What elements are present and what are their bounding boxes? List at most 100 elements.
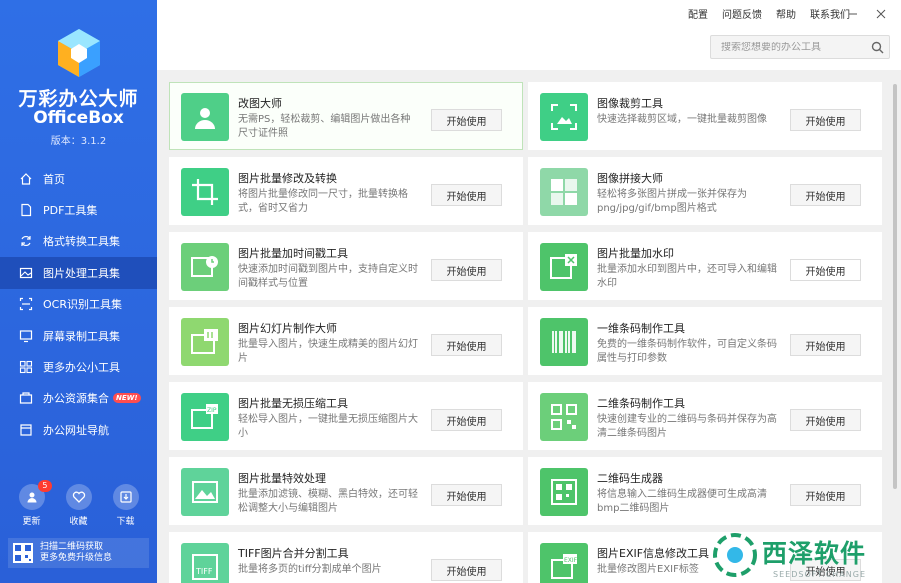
start-button[interactable]: 开始使用 bbox=[790, 409, 861, 431]
ocr-icon bbox=[19, 297, 33, 311]
sidebar-item-url-nav[interactable]: 办公网址导航 bbox=[0, 414, 157, 445]
sidebar-item-home[interactable]: 首页 bbox=[0, 163, 157, 194]
search-icon bbox=[871, 41, 883, 53]
start-button[interactable]: 开始使用 bbox=[431, 334, 502, 356]
home-icon bbox=[19, 172, 33, 186]
stitch-icon bbox=[551, 179, 577, 205]
tool-title: 图片批量特效处理 bbox=[238, 472, 326, 485]
tool-title: 图片EXIF信息修改工具 bbox=[597, 547, 710, 560]
watermark-text: 西泽软件 bbox=[762, 539, 867, 568]
tool-icon-tile bbox=[181, 243, 229, 291]
tool-card[interactable]: 图片批量修改及转换 将图片批量修改同一尺寸，批量转换格式，省时又省力 开始使用 bbox=[169, 157, 523, 225]
window-controls bbox=[835, 4, 891, 24]
svg-text:ZIP: ZIP bbox=[207, 407, 217, 414]
image-icon bbox=[19, 266, 33, 280]
sidebar-item-image[interactable]: 图片处理工具集 bbox=[0, 257, 157, 289]
menu-config[interactable]: 配置 bbox=[688, 6, 708, 21]
resource-icon bbox=[19, 391, 33, 405]
sidebar-item-more-tools[interactable]: 更多办公小工具 bbox=[0, 351, 157, 382]
minimize-icon bbox=[849, 13, 857, 15]
tool-title: 二维码生成器 bbox=[597, 472, 663, 485]
tool-title: 图像裁剪工具 bbox=[597, 97, 663, 110]
watermark-logo-icon bbox=[713, 533, 757, 577]
favorite-button[interactable]: 收藏 bbox=[65, 484, 92, 527]
start-button[interactable]: 开始使用 bbox=[790, 484, 861, 506]
app-subtitle: OfficeBox bbox=[33, 108, 124, 128]
crop-frame-icon bbox=[551, 104, 577, 130]
start-button[interactable]: 开始使用 bbox=[431, 259, 502, 281]
tiff-icon: TIFF bbox=[192, 554, 218, 580]
tool-description: 批量添加水印到图片中，还可导入和编辑水印 bbox=[597, 264, 777, 289]
download-icon bbox=[119, 491, 132, 503]
tool-card[interactable]: TIFF TIFF图片合并分割工具 批量将多页的tiff分割成单个图片 开始使用 bbox=[169, 532, 523, 583]
start-button[interactable]: 开始使用 bbox=[790, 334, 861, 356]
sidebar-item-screen-record[interactable]: 屏幕录制工具集 bbox=[0, 320, 157, 351]
sidebar-item-label: 办公网址导航 bbox=[43, 423, 109, 437]
tool-card[interactable]: 图像裁剪工具 快速选择裁剪区域，一键批量裁剪图像 开始使用 bbox=[528, 82, 882, 150]
grid-icon bbox=[19, 360, 33, 374]
sidebar: 万彩办公大师 OfficeBox 版本：3.1.2 首页 PDF工具集 格式转换… bbox=[0, 0, 157, 583]
tool-icon-tile: ZIP bbox=[181, 393, 229, 441]
menu-help[interactable]: 帮助 bbox=[776, 6, 796, 21]
scrollbar[interactable] bbox=[893, 84, 897, 489]
tool-icon-tile bbox=[181, 93, 229, 141]
search-input[interactable] bbox=[711, 41, 865, 53]
tool-icon-tile bbox=[540, 468, 588, 516]
start-button[interactable]: 开始使用 bbox=[431, 184, 502, 206]
search-button[interactable] bbox=[865, 36, 889, 58]
download-button[interactable]: 下载 bbox=[112, 484, 139, 527]
heart-icon bbox=[72, 491, 85, 503]
tool-card[interactable]: ZIP 图片批量无损压缩工具 轻松导入图片，一键批量无损压缩图片大小 开始使用 bbox=[169, 382, 523, 450]
tool-icon-tile bbox=[540, 318, 588, 366]
start-button[interactable]: 开始使用 bbox=[431, 409, 502, 431]
monitor-icon bbox=[19, 329, 33, 343]
tool-card[interactable]: 图片批量特效处理批量添加滤镜、模糊、黑白特效，还可轻松调整大小与编辑图片 开始使用 bbox=[169, 457, 523, 525]
tool-description: 批量添加滤镜、模糊、黑白特效，还可轻松调整大小与编辑图片 bbox=[238, 489, 418, 514]
tool-icon-tile bbox=[540, 393, 588, 441]
update-count-badge: 5 bbox=[38, 480, 52, 492]
tool-card[interactable]: 图像拼接大师 轻松将多张图片拼成一张并保存为png/jpg/gif/bmp图片格式… bbox=[528, 157, 882, 225]
svg-text:TIFF: TIFF bbox=[195, 567, 213, 576]
tool-card[interactable]: 二维码生成器 将信息输入二维码生成器便可生成高清bmp二维码图片 开始使用 bbox=[528, 457, 882, 525]
timestamp-icon bbox=[191, 256, 218, 277]
minimize-button[interactable] bbox=[843, 4, 863, 24]
tool-icon-tile bbox=[540, 243, 588, 291]
tool-icon-tile bbox=[181, 168, 229, 216]
tool-icon-tile: EXIF bbox=[540, 543, 588, 583]
tool-card[interactable]: 一维条码制作工具 免费的一维条码制作软件，可自定义条码属性与打印参数 开始使用 bbox=[528, 307, 882, 375]
start-button[interactable]: 开始使用 bbox=[431, 484, 502, 506]
sidebar-item-ocr[interactable]: OCR识别工具集 bbox=[0, 289, 157, 320]
main-content: 改图大师 无需PS，轻松裁剪、编辑图片做出各种尺寸证件照 开始使用 图像裁剪工具 快速选… bbox=[157, 70, 901, 583]
start-button[interactable]: 开始使用 bbox=[790, 184, 861, 206]
app-logo-icon bbox=[58, 29, 100, 77]
sidebar-item-convert[interactable]: 格式转换工具集 bbox=[0, 226, 157, 257]
user-icon bbox=[27, 492, 36, 503]
bottom-actions: 5 更新 收藏 下载 bbox=[0, 480, 157, 527]
tool-card[interactable]: 改图大师 无需PS，轻松裁剪、编辑图片做出各种尺寸证件照 开始使用 bbox=[169, 82, 523, 150]
sidebar-item-pdf[interactable]: PDF工具集 bbox=[0, 194, 157, 225]
tool-card[interactable]: 图片批量加时间戳工具 快速添加时间戳到图片中，支持自定义时间戳样式与位置 开始使用 bbox=[169, 232, 523, 300]
favorite-label: 收藏 bbox=[69, 517, 88, 527]
tool-title: 图片批量加水印 bbox=[597, 247, 674, 260]
slideshow-icon bbox=[191, 329, 218, 354]
nav-icon bbox=[19, 423, 33, 437]
update-button[interactable]: 5 更新 bbox=[18, 480, 52, 527]
tool-card[interactable]: 图片批量加水印批量添加水印到图片中，还可导入和编辑水印 开始使用 bbox=[528, 232, 882, 300]
tool-description: 将图片批量修改同一尺寸，批量转换格式，省时又省力 bbox=[238, 189, 408, 214]
tool-description: 免费的一维条码制作软件，可自定义条码属性与打印参数 bbox=[597, 339, 777, 364]
qr-promo[interactable]: 扫描二维码获取 更多免费升级信息 bbox=[8, 538, 149, 568]
tool-card[interactable]: 图片幻灯片制作大师 批量导入图片，快速生成精美的图片幻灯片 开始使用 bbox=[169, 307, 523, 375]
tool-card[interactable]: 二维条码制作工具 快速创建专业的二维码与条码并保存为高清二维条码图片 开始使用 bbox=[528, 382, 882, 450]
qr-code-icon bbox=[13, 543, 33, 563]
start-button[interactable]: 开始使用 bbox=[790, 109, 861, 131]
sidebar-item-label: PDF工具集 bbox=[43, 204, 98, 218]
sidebar-item-resources[interactable]: 办公资源集合 NEW! bbox=[0, 383, 157, 414]
menu-feedback[interactable]: 问题反馈 bbox=[722, 6, 762, 21]
start-button[interactable]: 开始使用 bbox=[431, 109, 502, 131]
effect-icon bbox=[192, 481, 218, 503]
new-badge: NEW! bbox=[113, 393, 141, 404]
start-button[interactable]: 开始使用 bbox=[431, 559, 502, 581]
start-button[interactable]: 开始使用 bbox=[790, 259, 861, 281]
qrcode-icon bbox=[551, 404, 577, 430]
close-button[interactable] bbox=[871, 4, 891, 24]
